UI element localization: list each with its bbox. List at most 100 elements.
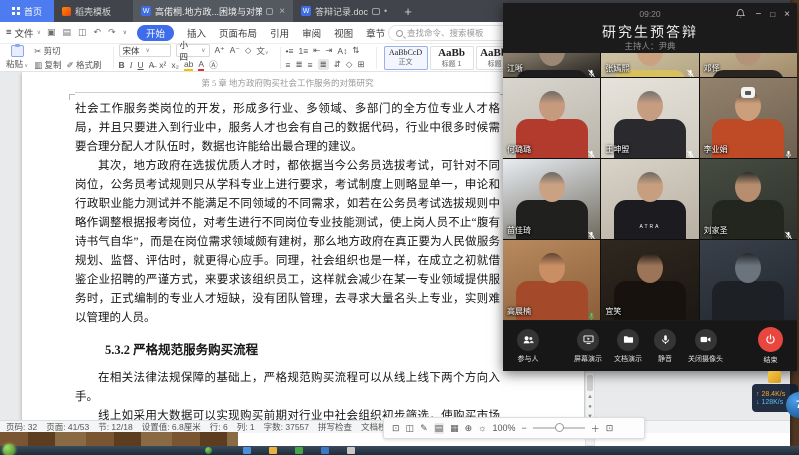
document-page[interactable]: 第 5 章 地方政府购买社会工作服务的对策研究 社会工作服务类岗位的开发，形成多… [22, 72, 584, 420]
cut-button[interactable]: ✂ 剪切 [34, 45, 61, 57]
line-spacing-button[interactable]: ⇵ [334, 59, 341, 70]
video-tile-邓怿[interactable]: 邓怿 [700, 53, 797, 77]
taskbar-app-icon[interactable] [321, 447, 329, 454]
desktop-shortcut-icon[interactable] [768, 371, 781, 383]
video-tile[interactable]: ATRA [601, 159, 698, 239]
video-tile-刘家圣[interactable]: 刘家圣 [700, 159, 797, 239]
print-icon[interactable]: ▤ [62, 27, 71, 38]
ribbon-tab-插入[interactable]: 插入 [187, 26, 206, 40]
new-tab-button[interactable]: + [395, 0, 421, 22]
bold-button[interactable]: B [119, 60, 125, 70]
ribbon-tab-视图[interactable]: 视图 [334, 26, 353, 40]
taskbar-tray-icon[interactable] [205, 447, 212, 454]
ribbon-tab-页面布局[interactable]: 页面布局 [219, 26, 257, 40]
highlight-button[interactable]: ab [184, 59, 193, 71]
video-tile-宜笑[interactable]: 宜笑 [601, 240, 698, 320]
borders-button[interactable]: ⊞ [357, 59, 364, 70]
video-tile-高晨楠[interactable]: 高晨楠 [503, 240, 600, 320]
font-size-select[interactable]: 小四∨ [176, 44, 210, 57]
taskbar-app-icon[interactable] [295, 447, 303, 454]
format-painter-button[interactable]: ✐ 格式刷 [67, 59, 102, 71]
file-menu[interactable]: ≡ 文件 ∨ [6, 26, 41, 40]
end-button[interactable]: 结束 [758, 327, 783, 365]
page-view-icon[interactable]: ▤ [434, 423, 445, 434]
save-icon[interactable]: ▣ [47, 27, 56, 38]
shrink-font-button[interactable]: A⁻ [230, 45, 240, 56]
font-color-button[interactable]: A [198, 59, 204, 71]
taskbar-app-icon[interactable] [243, 447, 251, 454]
zoom-slider[interactable] [533, 427, 585, 429]
align-center-button[interactable]: ≣ [296, 59, 303, 70]
print-preview-icon[interactable]: ◫ [78, 27, 87, 38]
close-tab-icon[interactable]: × [279, 6, 285, 17]
prev-page-button[interactable]: ▲ [586, 393, 594, 401]
screen-share-button[interactable]: 屏幕演示 [574, 329, 602, 364]
text-tools-button[interactable]: 文∨ [256, 45, 268, 57]
scrollbar-thumb[interactable] [587, 375, 593, 391]
fullscreen-icon[interactable]: ⊡ [392, 423, 400, 434]
close-icon[interactable]: × [784, 10, 790, 20]
undo-icon[interactable]: ↶ [94, 27, 102, 38]
video-tile[interactable] [700, 240, 797, 320]
strikethrough-button[interactable]: A̶ [149, 60, 155, 70]
copy-button[interactable]: ▥ 复制 [34, 59, 61, 71]
justify-button[interactable]: ≣ [318, 59, 329, 70]
number-list-button[interactable]: 1≡ [298, 46, 308, 56]
tab-document-2[interactable]: W 答辩记录.doc • [293, 0, 395, 22]
fit-page-icon[interactable]: ⊡ [606, 423, 614, 434]
minimize-icon[interactable]: − [755, 10, 761, 20]
zoom-slider-knob[interactable] [555, 423, 564, 432]
clear-format-button[interactable]: ◇ [245, 45, 252, 56]
taskbar-app-icon[interactable] [269, 447, 277, 454]
ribbon-tab-开始[interactable]: 开始 [137, 25, 174, 41]
subscript-button[interactable]: x₂ [171, 60, 179, 70]
increase-indent-button[interactable]: ⇥ [325, 45, 332, 56]
underline-button[interactable]: U [137, 60, 143, 70]
ribbon-tab-章节[interactable]: 章节 [366, 26, 385, 40]
tab-document-active[interactable]: W 高偌桐.地方政...困境与对策研究 × [133, 0, 293, 22]
status-item[interactable]: 拼写检查 [318, 421, 352, 433]
eye-protect-icon[interactable]: ☼ [478, 423, 486, 433]
ribbon-tab-引用[interactable]: 引用 [270, 26, 289, 40]
tab-docer-templates[interactable]: 稻壳模板 [54, 0, 119, 22]
taskbar-app-icon[interactable] [347, 447, 355, 454]
italic-button[interactable]: I [130, 60, 133, 70]
video-tile-李业娟[interactable]: 李业娟 [700, 78, 797, 158]
redo-icon[interactable]: ↷ [108, 27, 116, 38]
two-page-view-icon[interactable]: ◫ [406, 423, 415, 434]
camera-off-button[interactable]: 关闭摄像头 [688, 329, 723, 364]
video-tile-苗佳琦[interactable]: 苗佳琦 [503, 159, 600, 239]
bell-icon[interactable] [735, 8, 746, 22]
char-border-button[interactable]: Ⓐ [209, 59, 218, 71]
video-tile-王坤盟[interactable]: 王坤盟 [601, 78, 698, 158]
sort-button[interactable]: ⇅ [352, 45, 359, 56]
zoom-in-button[interactable]: ＋ [591, 422, 600, 435]
align-right-button[interactable]: ≡ [308, 60, 313, 70]
grow-font-button[interactable]: A⁺ [215, 45, 225, 56]
style-正文[interactable]: AaBbCcD正文 [384, 46, 428, 70]
edit-mode-icon[interactable]: ✎ [420, 423, 428, 434]
start-button[interactable] [3, 444, 15, 455]
tab-home[interactable]: 首页 [0, 0, 54, 22]
decrease-indent-button[interactable]: ⇤ [313, 45, 320, 56]
video-tile-江晰[interactable]: 江晰 [503, 53, 600, 77]
browse-object-button[interactable]: ● [586, 403, 594, 411]
maximize-icon[interactable]: □ [770, 11, 775, 19]
participants-button[interactable]: 参与人 [517, 329, 539, 364]
ribbon-tab-审阅[interactable]: 审阅 [302, 26, 321, 40]
shading-button[interactable]: ◇ [346, 59, 353, 70]
doc-share-button[interactable]: 文档演示 [614, 329, 642, 364]
video-tile-张嫣熙[interactable]: 张嫣熙 [601, 53, 698, 77]
paste-button[interactable]: 粘贴 ∨ [6, 45, 28, 70]
outline-view-icon[interactable]: ⊕ [465, 423, 473, 434]
char-scale-button[interactable]: A↕ [337, 46, 347, 56]
bullet-list-button[interactable]: •≡ [286, 46, 294, 56]
zoom-level[interactable]: 100% [492, 423, 515, 433]
video-tile-何璐璐[interactable]: 何璐璐 [503, 78, 600, 158]
align-left-button[interactable]: ≡ [286, 60, 291, 70]
more-icon[interactable]: ∨ [123, 29, 127, 36]
web-view-icon[interactable]: ▦ [450, 423, 459, 434]
zoom-out-button[interactable]: − [521, 423, 526, 433]
font-name-select[interactable]: 宋体∨ [119, 44, 171, 57]
mute-button[interactable]: 静音 [654, 329, 676, 364]
